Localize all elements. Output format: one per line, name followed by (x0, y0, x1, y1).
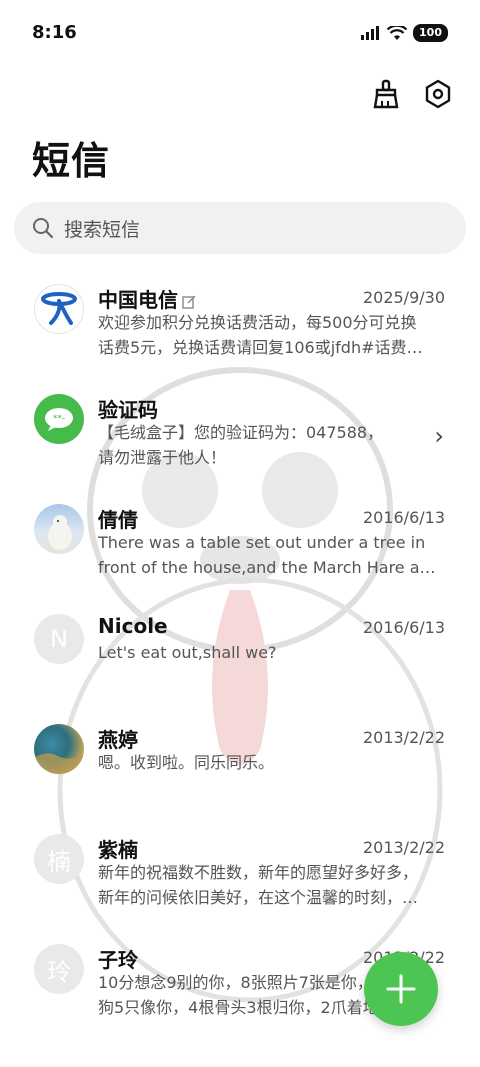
message-list: 中国电信 2025/9/30 欢迎参加积分兑换话费活动，每500分可兑换 话费5… (0, 270, 480, 1040)
signal-icon (361, 26, 380, 40)
message-preview: Let's eat out,shall we? (98, 643, 277, 662)
message-preview: 欢迎参加积分兑换话费活动，每500分可兑换 话费5元，兑换话费请回复106或jf… (98, 313, 423, 357)
message-item[interactable]: 中国电信 2025/9/30 欢迎参加积分兑换话费活动，每500分可兑换 话费5… (0, 270, 480, 380)
status-bar: 8:16 100 (0, 0, 480, 66)
message-date: 2013/2/22 (362, 728, 445, 747)
sender-name: 倩倩 (98, 508, 138, 532)
new-message-button[interactable] (364, 952, 438, 1026)
search-bar[interactable]: 搜索短信 (14, 202, 466, 254)
wifi-icon (387, 25, 408, 40)
chat-bubble-icon: **- (45, 408, 73, 431)
polar-bear-photo-icon (48, 515, 72, 550)
avatar: 玲 (34, 944, 84, 994)
search-placeholder: 搜索短信 (64, 218, 141, 241)
message-date: 2013/2/22 (362, 838, 445, 857)
message-preview: 新年的祝福数不胜数，新年的愿望好多好多， 新年的问候依旧美好，在这个温馨的时刻，… (98, 863, 419, 907)
message-preview: 嗯。收到啦。同乐同乐。 (98, 753, 275, 772)
avatar (34, 284, 84, 334)
message-item[interactable]: **- 验证码 › 【毛绒盒子】您的验证码为：047588， 请勿泄露于他人！ (0, 380, 480, 490)
settings-button[interactable] (420, 76, 456, 112)
message-preview: There was a table set out under a tree i… (98, 533, 444, 577)
top-actions (368, 76, 456, 112)
edit-note-icon (182, 295, 196, 309)
avatar: 楠 (34, 834, 84, 884)
message-item[interactable]: 楠 紫楠 2013/2/22 新年的祝福数不胜数，新年的愿望好多好多， 新年的问… (0, 820, 480, 930)
sender-name: Nicole (98, 614, 168, 638)
avatar: **- (34, 394, 84, 444)
avatar (34, 724, 84, 774)
search-icon (33, 218, 54, 239)
clean-button[interactable] (368, 76, 404, 112)
landscape-photo-icon (34, 753, 84, 774)
sender-name: 子玲 (98, 948, 138, 972)
sender-name: 紫楠 (98, 838, 138, 862)
message-item[interactable]: 燕婷 2013/2/22 嗯。收到啦。同乐同乐。 (0, 710, 480, 820)
message-date: 2016/6/13 (362, 508, 445, 527)
battery-indicator: 100 (413, 24, 448, 42)
avatar (34, 504, 84, 554)
message-preview: 【毛绒盒子】您的验证码为：047588， 请勿泄露于他人！ (98, 423, 384, 467)
sender-name: 中国电信 (98, 284, 196, 313)
message-date: 2016/6/13 (362, 618, 445, 637)
broom-icon (373, 79, 399, 109)
page-title: 短信 (32, 139, 111, 183)
svg-text:**-: **- (53, 414, 65, 424)
status-icons: 100 (361, 24, 448, 42)
settings-hexagon-icon (425, 79, 451, 109)
message-date: 2025/9/30 (362, 288, 445, 307)
message-item[interactable]: N Nicole 2016/6/13 Let's eat out,shall w… (0, 600, 480, 710)
china-telecom-logo-icon (41, 292, 77, 325)
avatar: N (34, 614, 84, 664)
status-time: 8:16 (32, 22, 77, 43)
message-item[interactable]: 倩倩 2016/6/13 There was a table set out u… (0, 490, 480, 600)
plus-icon (386, 974, 416, 1004)
sender-name: 验证码 (98, 398, 158, 422)
sender-name: 燕婷 (98, 728, 138, 752)
